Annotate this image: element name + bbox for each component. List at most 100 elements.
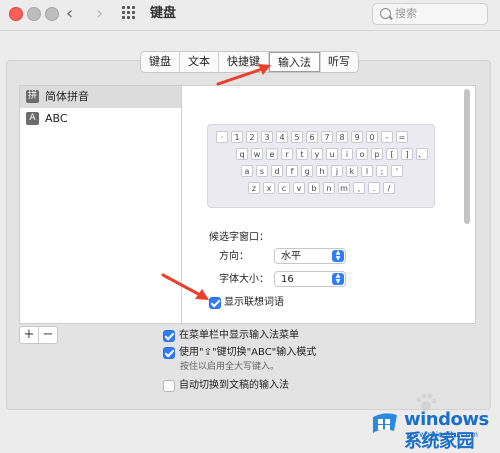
tab-keyboard[interactable]: 键盘	[141, 52, 180, 72]
add-input-source-button[interactable]: +	[20, 327, 39, 343]
keyboard-key: j	[331, 165, 343, 177]
up-down-chevron-icon: ▲ ▼	[332, 273, 344, 285]
tab-dictation[interactable]: 听写	[320, 52, 358, 72]
keyboard-row: · 1 2 3 4 5 6 7 8 9 0- =	[216, 131, 408, 143]
close-window-button[interactable]	[9, 7, 23, 21]
keyboard-key: 9	[351, 131, 363, 143]
keyboard-key: 3	[261, 131, 273, 143]
keyboard-key: =	[396, 131, 408, 143]
keyboard-key: a	[241, 165, 253, 177]
keyboard-key: 、	[416, 148, 428, 160]
keyboard-key: ,	[353, 182, 365, 194]
title-bar: ‹ › 键盘 搜索	[0, 0, 500, 31]
input-source-label: ABC	[45, 112, 68, 125]
abc-icon: A	[26, 112, 39, 125]
keyboard-key: v	[293, 182, 305, 194]
pinyin-icon: 拼	[26, 90, 39, 103]
show-all-grid-icon[interactable]	[122, 6, 138, 20]
keyboard-key: l	[361, 165, 373, 177]
search-placeholder: 搜索	[395, 7, 417, 20]
watermark-url: www.ruinaitu.com	[406, 430, 479, 439]
keyboard-key: [	[386, 148, 398, 160]
site-watermark: windows系统家园 www.ruinaitu.com	[370, 405, 490, 452]
keyboard-key: ]	[401, 148, 413, 160]
input-source-list: 拼 简体拼音 A ABC	[19, 85, 182, 324]
keyboard-key: r	[281, 148, 293, 160]
input-source-item-pinyin[interactable]: 拼 简体拼音	[20, 86, 182, 108]
window-title: 键盘	[150, 6, 177, 21]
auto-switch-label: 自动切换到文稿的输入法	[179, 380, 289, 391]
show-in-menu-bar-label: 在菜单栏中显示输入法菜单	[179, 330, 299, 341]
input-source-label: 简体拼音	[45, 90, 89, 103]
tab-bar: 键盘 文本 快捷键 输入法 听写	[140, 51, 359, 73]
keyboard-key: c	[278, 182, 290, 194]
show-predictions-label: 显示联想词语	[224, 297, 284, 308]
keyboard-key: k	[346, 165, 358, 177]
keyboard-key: -	[381, 131, 393, 143]
keyboard-key: 5	[291, 131, 303, 143]
minimize-window-button[interactable]	[27, 7, 41, 21]
windows-logo-icon	[373, 413, 397, 433]
zoom-window-button[interactable]	[45, 7, 59, 21]
keyboard-key: x	[263, 182, 275, 194]
keyboard-key: h	[316, 165, 328, 177]
tab-text[interactable]: 文本	[180, 52, 219, 72]
remove-input-source-button[interactable]: −	[39, 327, 57, 343]
keyboard-key: /	[383, 182, 395, 194]
list-add-remove-control: + −	[19, 326, 58, 344]
keyboard-key: b	[308, 182, 320, 194]
font-size-select[interactable]: 16 ▲ ▼	[274, 271, 346, 287]
keyboard-key: t	[296, 148, 308, 160]
show-predictions-checkbox[interactable]	[209, 297, 221, 309]
keyboard-key: 4	[276, 131, 288, 143]
font-size-value: 16	[281, 274, 294, 285]
keyboard-key: u	[326, 148, 338, 160]
font-size-label: 字体大小：	[219, 274, 269, 285]
search-input[interactable]: 搜索	[372, 3, 488, 25]
tab-shortcuts[interactable]: 快捷键	[219, 52, 269, 72]
keyboard-key: m	[338, 182, 350, 194]
auto-switch-checkbox[interactable]	[163, 380, 175, 392]
caps-lock-hint: 按住以启用全大写键入。	[180, 362, 280, 372]
direction-value: 水平	[281, 251, 301, 262]
caps-lock-switch-checkbox[interactable]	[163, 347, 175, 359]
keyboard-layout-preview: · 1 2 3 4 5 6 7 8 9 0- = q w e r t y u i o p[]、 a s d f g h j k l; ' …	[207, 124, 435, 208]
up-down-chevron-icon: ▲ ▼	[332, 250, 344, 262]
keyboard-key: g	[301, 165, 313, 177]
tab-input-sources[interactable]: 输入法	[269, 52, 320, 72]
keyboard-key: p	[371, 148, 383, 160]
keyboard-key: f	[286, 165, 298, 177]
keyboard-key: 8	[336, 131, 348, 143]
keyboard-key: 7	[321, 131, 333, 143]
caps-lock-switch-label: 使用"⇪"键切换"ABC"输入模式	[179, 347, 317, 358]
keyboard-row: q w e r t y u i o p[]、	[236, 148, 428, 160]
candidate-window-heading: 候选字窗口：	[209, 232, 269, 243]
keyboard-key: i	[341, 148, 353, 160]
input-source-item-abc[interactable]: A ABC	[20, 108, 182, 130]
keyboard-key: s	[256, 165, 268, 177]
keyboard-key: ·	[216, 131, 228, 143]
keyboard-key: e	[266, 148, 278, 160]
direction-select[interactable]: 水平 ▲ ▼	[274, 248, 346, 264]
keyboard-key: n	[323, 182, 335, 194]
keyboard-key: o	[356, 148, 368, 160]
direction-label: 方向：	[219, 251, 249, 262]
forward-arrow-icon[interactable]: ›	[96, 4, 103, 24]
keyboard-key: y	[311, 148, 323, 160]
keyboard-key: 6	[306, 131, 318, 143]
search-icon	[380, 8, 391, 19]
back-arrow-icon[interactable]: ‹	[66, 4, 73, 24]
keyboard-row: z x c v b n m,. /	[248, 182, 395, 194]
keyboard-key: q	[236, 148, 248, 160]
keyboard-key: '	[391, 165, 403, 177]
detail-scrollbar[interactable]	[464, 89, 470, 224]
keyboard-key: .	[368, 182, 380, 194]
keyboard-key: 1	[231, 131, 243, 143]
keyboard-key: w	[251, 148, 263, 160]
keyboard-row: a s d f g h j k l; '	[241, 165, 403, 177]
keyboard-key: z	[248, 182, 260, 194]
keyboard-key: ;	[376, 165, 388, 177]
keyboard-key: 0	[366, 131, 378, 143]
keyboard-key: 2	[246, 131, 258, 143]
show-in-menu-bar-checkbox[interactable]	[163, 330, 175, 342]
